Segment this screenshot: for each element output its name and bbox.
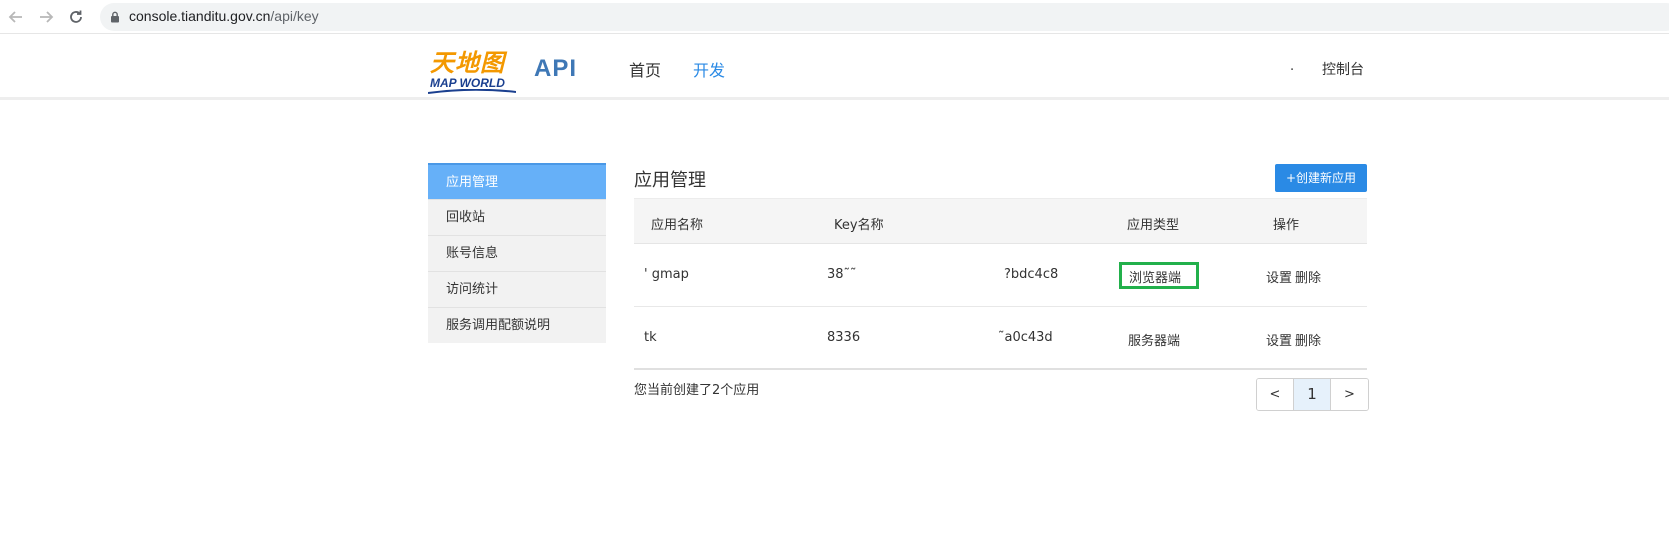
lock-icon	[111, 11, 119, 23]
key-start-cell: 38˜˜	[827, 267, 857, 282]
nav-develop[interactable]: 开发	[693, 57, 725, 81]
key-end-cell: ˜a0c43d	[998, 330, 1053, 345]
logo-english-text: MAP WORLD	[430, 76, 505, 90]
app-count-text: 您当前创建了2个应用	[634, 383, 760, 398]
reload-button[interactable]	[66, 7, 86, 27]
table-row: ' gmap 38˜˜ ?bdc4c8 浏览器端 设置 删除	[634, 244, 1367, 307]
url-path: /api/key	[270, 8, 319, 24]
sidebar: 应用管理 回收站 账号信息 访问统计 服务调用配额说明	[428, 163, 606, 343]
create-app-button[interactable]: +创建新应用	[1275, 164, 1367, 192]
sidebar-item-account-info[interactable]: 账号信息	[428, 235, 606, 271]
delete-link[interactable]: 删除	[1295, 330, 1321, 349]
key-start-cell: 8336	[827, 330, 861, 345]
table-header: 应用名称 Key名称 应用类型 操作	[634, 198, 1367, 244]
settings-link[interactable]: 设置	[1266, 330, 1292, 349]
nav-home[interactable]: 首页	[629, 57, 661, 81]
app-type-cell: 浏览器端	[1129, 271, 1182, 286]
header-key-name: Key名称	[834, 218, 884, 233]
header-app-name: 应用名称	[651, 218, 704, 233]
back-button[interactable]	[6, 7, 26, 27]
site-header: 天地图 MAP WORLD API 首页 开发 . 控制台	[0, 35, 1669, 100]
url-text: console.tianditu.gov.cn/api/key	[129, 8, 319, 24]
forward-button[interactable]	[36, 7, 56, 27]
user-name[interactable]: .	[1290, 59, 1294, 74]
sidebar-item-quota-info[interactable]: 服务调用配额说明	[428, 307, 606, 343]
key-end-cell: ?bdc4c8	[1004, 267, 1059, 282]
tianditu-logo[interactable]: 天地图 MAP WORLD	[428, 45, 518, 95]
prev-page-button[interactable]: <	[1257, 379, 1294, 410]
app-type-highlight-box: 浏览器端	[1119, 262, 1199, 289]
page-1-button[interactable]: 1	[1294, 379, 1331, 410]
header-actions: 操作	[1273, 218, 1300, 233]
sidebar-item-app-management[interactable]: 应用管理	[428, 163, 606, 199]
logo-chinese-text: 天地图	[430, 48, 505, 77]
header-app-type: 应用类型	[1127, 218, 1180, 233]
next-page-button[interactable]: >	[1331, 379, 1368, 410]
sidebar-item-access-stats[interactable]: 访问统计	[428, 271, 606, 307]
page-title: 应用管理	[634, 170, 706, 191]
logo-swoosh-icon	[428, 89, 516, 94]
arrow-right-icon	[40, 11, 54, 23]
app-name-cell: tk	[644, 330, 657, 345]
address-bar[interactable]: console.tianditu.gov.cn/api/key	[100, 3, 1669, 31]
browser-toolbar: console.tianditu.gov.cn/api/key	[0, 0, 1669, 34]
arrow-left-icon	[8, 11, 22, 23]
console-link[interactable]: 控制台	[1322, 59, 1364, 79]
pagination: < 1 >	[1256, 378, 1369, 411]
settings-link[interactable]: 设置	[1266, 267, 1292, 286]
delete-link[interactable]: 删除	[1295, 267, 1321, 286]
api-title: API	[534, 55, 578, 82]
url-host: console.tianditu.gov.cn	[129, 8, 271, 24]
app-table: 应用名称 Key名称 应用类型 操作 ' gmap 38˜˜ ?bdc4c8 浏…	[634, 198, 1367, 370]
app-name-cell: ' gmap	[644, 267, 689, 282]
app-type-cell: 服务器端	[1128, 334, 1181, 349]
table-row: tk 8336 ˜a0c43d 服务器端 设置 删除	[634, 307, 1367, 370]
sidebar-item-recycle-bin[interactable]: 回收站	[428, 199, 606, 235]
reload-icon	[70, 10, 82, 23]
